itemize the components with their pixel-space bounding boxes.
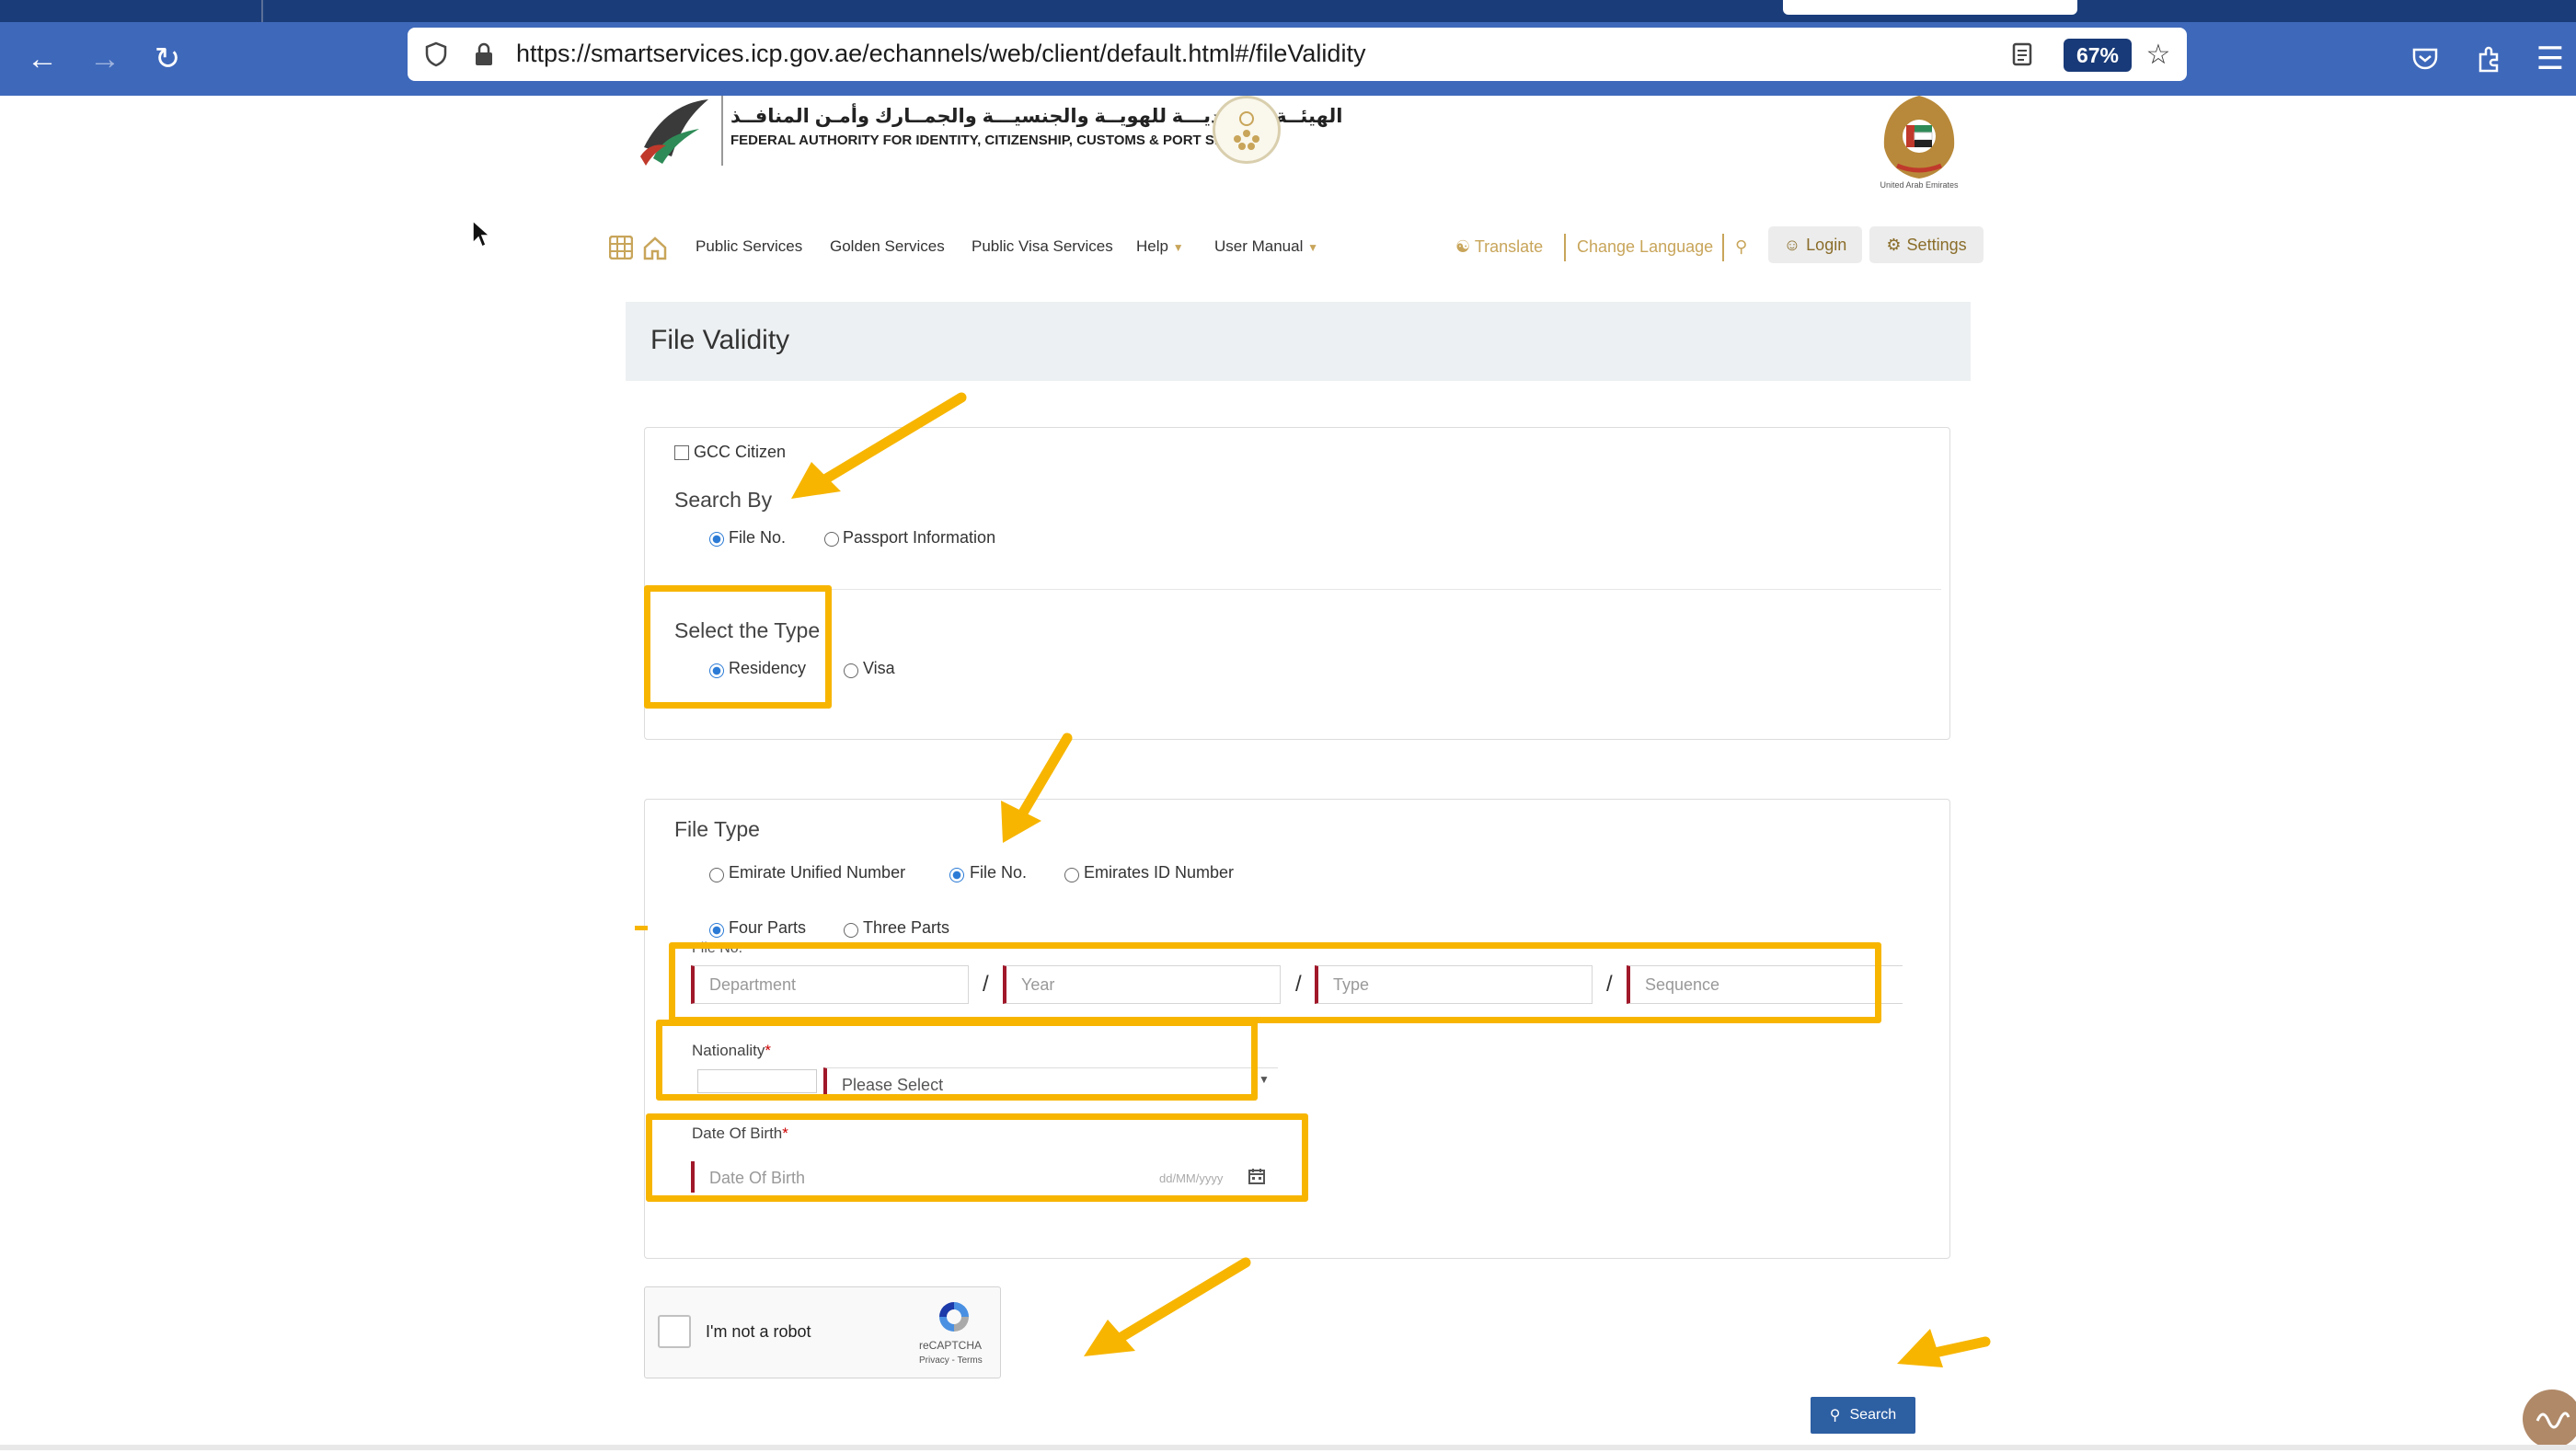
menu-icon[interactable]: ☰ — [2524, 33, 2576, 85]
file-type-unified-number-radio[interactable] — [709, 868, 724, 882]
page-title-bar: File Validity — [626, 302, 1971, 381]
chevron-down-icon[interactable]: ▼ — [1259, 1073, 1270, 1086]
translate-label: Translate — [1474, 237, 1544, 256]
url-text[interactable]: https://smartservices.icp.gov.ae/echanne… — [516, 40, 1365, 68]
search-by-file-no-label: File No. — [729, 528, 787, 547]
highlight-mark — [635, 926, 648, 930]
emblem-caption: United Arab Emirates — [1880, 180, 1959, 190]
zoom-level-button[interactable]: 67% — [2064, 39, 2132, 72]
recaptcha-checkbox[interactable] — [658, 1315, 691, 1348]
search-button[interactable]: ⚲ Search — [1811, 1397, 1915, 1434]
input-edge — [1897, 965, 1903, 1004]
login-button[interactable]: ☺ Login — [1768, 226, 1862, 263]
nav-public-services[interactable]: Public Services — [696, 237, 802, 256]
search-icon: ⚲ — [1829, 1408, 1841, 1424]
search-by-passport-label: Passport Information — [843, 528, 996, 547]
nav-divider — [1722, 234, 1724, 261]
annotation-arrow-icon — [1897, 1329, 1991, 1367]
recaptcha-brand: reCAPTCHA — [919, 1339, 983, 1352]
recaptcha-widget: I'm not a robot reCAPTCHA Privacy - Term… — [644, 1286, 1001, 1378]
translate-icon: ☯ — [1455, 237, 1471, 256]
falcon-logo — [635, 92, 721, 167]
chevron-down-icon: ▼ — [1172, 241, 1184, 254]
four-parts-radio[interactable] — [709, 923, 724, 938]
settings-label: Settings — [1906, 235, 1967, 254]
annotation-arrow-icon — [791, 392, 967, 499]
file-type-heading: File Type — [674, 817, 760, 841]
highlight-box-select-type — [644, 585, 832, 709]
reload-icon[interactable]: ↻ — [142, 33, 193, 85]
three-parts-label: Three Parts — [863, 918, 950, 937]
recaptcha-links[interactable]: Privacy - Terms — [919, 1355, 983, 1366]
chat-assistant-icon[interactable] — [2523, 1390, 2576, 1448]
page-title: File Validity — [650, 325, 790, 355]
type-visa-label: Visa — [863, 659, 895, 677]
browser-tab[interactable] — [1783, 0, 2077, 15]
home-icon[interactable] — [642, 236, 668, 261]
mouse-cursor-icon — [472, 219, 491, 248]
nav-user-manual[interactable]: User Manual ▼ — [1214, 237, 1318, 256]
settings-button[interactable]: ⚙ Settings — [1869, 226, 1984, 263]
forward-icon[interactable]: → — [79, 33, 131, 85]
annotation-arrow-icon — [1084, 1257, 1251, 1356]
uae-emblem-icon — [1877, 92, 1961, 180]
highlight-box-nationality — [656, 1020, 1258, 1101]
file-type-file-no-radio[interactable] — [949, 868, 964, 882]
user-circle-icon: ☺ — [1783, 235, 1801, 254]
extensions-icon[interactable] — [2464, 33, 2515, 85]
three-parts-radio[interactable] — [844, 923, 858, 938]
nav-divider — [1564, 234, 1566, 261]
gcc-citizen-checkbox[interactable] — [674, 445, 689, 460]
change-language-link[interactable]: Change Language — [1577, 237, 1713, 257]
logo-divider — [721, 96, 723, 166]
authority-name-english: FEDERAL AUTHORITY FOR IDENTITY, CITIZENS… — [730, 133, 1275, 148]
apps-grid-icon[interactable] — [608, 235, 634, 260]
search-label: Search — [1849, 1407, 1897, 1423]
page-bottom-edge — [0, 1445, 2576, 1450]
section-divider — [662, 589, 1941, 590]
annotation-arrow-icon — [1001, 732, 1073, 843]
type-visa-radio[interactable] — [844, 663, 858, 678]
reader-view-icon[interactable] — [2003, 35, 2041, 74]
nav-public-visa-services[interactable]: Public Visa Services — [972, 237, 1113, 256]
search-icon[interactable]: ⚲ — [1735, 237, 1747, 257]
file-type-file-no-label: File No. — [970, 863, 1028, 882]
tab-separator — [261, 0, 263, 22]
anniversary-seal-icon — [1213, 96, 1281, 164]
chevron-down-icon: ▼ — [1307, 241, 1318, 254]
four-parts-label: Four Parts — [729, 918, 807, 937]
translate-link[interactable]: ☯ Translate — [1455, 237, 1543, 257]
file-type-emirates-id-radio[interactable] — [1064, 868, 1079, 882]
lock-icon[interactable] — [465, 35, 503, 74]
recaptcha-logo-icon — [936, 1298, 972, 1335]
highlight-box-dob — [646, 1113, 1308, 1202]
file-type-unified-number-label: Emirate Unified Number — [729, 863, 906, 882]
highlight-box-file-no — [669, 942, 1881, 1023]
browser-toolbar: ← → ↻ https://smartservices.icp.gov.ae/e… — [0, 22, 2576, 96]
back-icon[interactable]: ← — [17, 33, 68, 85]
browser-tab-strip — [0, 0, 2576, 22]
search-by-heading: Search By — [674, 488, 773, 512]
file-type-emirates-id-label: Emirates ID Number — [1084, 863, 1235, 882]
nav-golden-services[interactable]: Golden Services — [830, 237, 945, 256]
search-by-passport-radio[interactable] — [824, 532, 839, 547]
recaptcha-label: I'm not a robot — [706, 1322, 811, 1341]
search-by-file-no-radio[interactable] — [709, 532, 724, 547]
bookmark-star-icon[interactable]: ☆ — [2139, 35, 2178, 74]
address-bar[interactable]: https://smartservices.icp.gov.ae/echanne… — [408, 28, 2187, 81]
nav-user-manual-label: User Manual — [1214, 237, 1304, 255]
nav-help[interactable]: Help ▼ — [1136, 237, 1184, 256]
gear-icon: ⚙ — [1886, 235, 1902, 254]
nav-help-label: Help — [1136, 237, 1168, 255]
pocket-icon[interactable] — [2399, 33, 2451, 85]
shield-icon[interactable] — [417, 35, 455, 74]
login-label: Login — [1806, 235, 1847, 254]
